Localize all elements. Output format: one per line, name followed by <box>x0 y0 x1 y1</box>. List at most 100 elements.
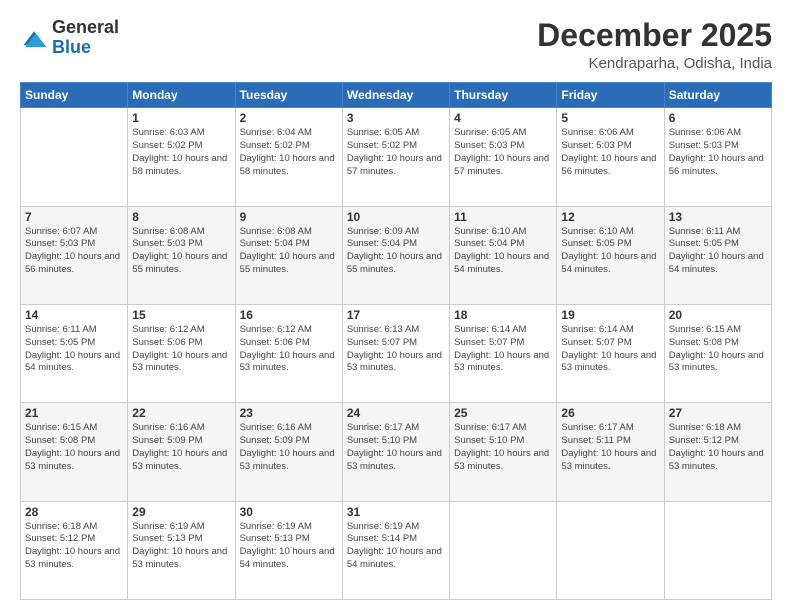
header-wednesday: Wednesday <box>342 83 449 108</box>
table-row: 1 Sunrise: 6:03 AMSunset: 5:02 PMDaylight… <box>128 108 235 206</box>
table-row: 8 Sunrise: 6:08 AMSunset: 5:03 PMDaylight… <box>128 206 235 304</box>
table-row: 4 Sunrise: 6:05 AMSunset: 5:03 PMDaylight… <box>450 108 557 206</box>
table-row: 20 Sunrise: 6:15 AMSunset: 5:08 PMDayligh… <box>664 304 771 402</box>
calendar-week-row: 14 Sunrise: 6:11 AMSunset: 5:05 PMDayligh… <box>21 304 772 402</box>
day-info: Sunrise: 6:11 AMSunset: 5:05 PMDaylight:… <box>25 324 123 375</box>
day-number: 19 <box>561 308 659 322</box>
table-row: 24 Sunrise: 6:17 AMSunset: 5:10 PMDayligh… <box>342 403 449 501</box>
header-sunday: Sunday <box>21 83 128 108</box>
logo-text: General Blue <box>52 18 119 58</box>
table-row: 28 Sunrise: 6:18 AMSunset: 5:12 PMDayligh… <box>21 501 128 599</box>
day-number: 7 <box>25 210 123 224</box>
day-number: 2 <box>240 111 338 125</box>
table-row: 13 Sunrise: 6:11 AMSunset: 5:05 PMDayligh… <box>664 206 771 304</box>
table-row: 25 Sunrise: 6:17 AMSunset: 5:10 PMDayligh… <box>450 403 557 501</box>
table-row: 2 Sunrise: 6:04 AMSunset: 5:02 PMDaylight… <box>235 108 342 206</box>
day-number: 29 <box>132 505 230 519</box>
day-number: 30 <box>240 505 338 519</box>
day-info: Sunrise: 6:14 AMSunset: 5:07 PMDaylight:… <box>454 324 552 375</box>
header-monday: Monday <box>128 83 235 108</box>
day-number: 14 <box>25 308 123 322</box>
table-row: 22Sunrise: 6:16 AMSunset: 5:09 PMDayligh… <box>128 403 235 501</box>
day-number: 1 <box>132 111 230 125</box>
day-info: Sunrise: 6:08 AMSunset: 5:03 PMDaylight:… <box>132 226 230 277</box>
day-number: 16 <box>240 308 338 322</box>
day-info: Sunrise: 6:08 AMSunset: 5:04 PMDaylight:… <box>240 226 338 277</box>
day-number: 10 <box>347 210 445 224</box>
day-info: Sunrise: 6:19 AMSunset: 5:13 PMDaylight:… <box>132 521 230 572</box>
day-info: Sunrise: 6:12 AMSunset: 5:06 PMDaylight:… <box>132 324 230 375</box>
header-friday: Friday <box>557 83 664 108</box>
day-info: Sunrise: 6:10 AMSunset: 5:04 PMDaylight:… <box>454 226 552 277</box>
day-number: 25 <box>454 406 552 420</box>
calendar-week-row: 7 Sunrise: 6:07 AMSunset: 5:03 PMDaylight… <box>21 206 772 304</box>
day-number: 23 <box>240 406 338 420</box>
day-info: Sunrise: 6:11 AMSunset: 5:05 PMDaylight:… <box>669 226 767 277</box>
day-info: Sunrise: 6:18 AMSunset: 5:12 PMDaylight:… <box>669 422 767 473</box>
table-row: 10Sunrise: 6:09 AMSunset: 5:04 PMDayligh… <box>342 206 449 304</box>
day-info: Sunrise: 6:16 AMSunset: 5:09 PMDaylight:… <box>240 422 338 473</box>
table-row <box>557 501 664 599</box>
day-info: Sunrise: 6:03 AMSunset: 5:02 PMDaylight:… <box>132 127 230 178</box>
logo: General Blue <box>20 18 119 58</box>
day-info: Sunrise: 6:07 AMSunset: 5:03 PMDaylight:… <box>25 226 123 277</box>
day-number: 4 <box>454 111 552 125</box>
day-info: Sunrise: 6:15 AMSunset: 5:08 PMDaylight:… <box>25 422 123 473</box>
table-row: 11Sunrise: 6:10 AMSunset: 5:04 PMDayligh… <box>450 206 557 304</box>
header-tuesday: Tuesday <box>235 83 342 108</box>
day-info: Sunrise: 6:05 AMSunset: 5:03 PMDaylight:… <box>454 127 552 178</box>
table-row: 15 Sunrise: 6:12 AMSunset: 5:06 PMDayligh… <box>128 304 235 402</box>
day-number: 21 <box>25 406 123 420</box>
table-row <box>21 108 128 206</box>
table-row: 23 Sunrise: 6:16 AMSunset: 5:09 PMDayligh… <box>235 403 342 501</box>
calendar-week-row: 1 Sunrise: 6:03 AMSunset: 5:02 PMDaylight… <box>21 108 772 206</box>
day-number: 28 <box>25 505 123 519</box>
table-row: 21 Sunrise: 6:15 AMSunset: 5:08 PMDayligh… <box>21 403 128 501</box>
day-info: Sunrise: 6:05 AMSunset: 5:02 PMDaylight:… <box>347 127 445 178</box>
day-info: Sunrise: 6:06 AMSunset: 5:03 PMDaylight:… <box>669 127 767 178</box>
day-number: 31 <box>347 505 445 519</box>
table-row: 7 Sunrise: 6:07 AMSunset: 5:03 PMDaylight… <box>21 206 128 304</box>
day-number: 20 <box>669 308 767 322</box>
table-row: 5Sunrise: 6:06 AMSunset: 5:03 PMDaylight… <box>557 108 664 206</box>
day-info: Sunrise: 6:15 AMSunset: 5:08 PMDaylight:… <box>669 324 767 375</box>
table-row: 3Sunrise: 6:05 AMSunset: 5:02 PMDaylight… <box>342 108 449 206</box>
day-info: Sunrise: 6:17 AMSunset: 5:10 PMDaylight:… <box>454 422 552 473</box>
location: Kendraparha, Odisha, India <box>537 55 772 72</box>
table-row: 6 Sunrise: 6:06 AMSunset: 5:03 PMDaylight… <box>664 108 771 206</box>
header-thursday: Thursday <box>450 83 557 108</box>
calendar-table: Sunday Monday Tuesday Wednesday Thursday… <box>20 82 772 600</box>
day-number: 8 <box>132 210 230 224</box>
day-info: Sunrise: 6:18 AMSunset: 5:12 PMDaylight:… <box>25 521 123 572</box>
month-title: December 2025 <box>537 18 772 53</box>
day-number: 26 <box>561 406 659 420</box>
table-row: 16 Sunrise: 6:12 AMSunset: 5:06 PMDayligh… <box>235 304 342 402</box>
table-row: 17 Sunrise: 6:13 AMSunset: 5:07 PMDayligh… <box>342 304 449 402</box>
day-number: 24 <box>347 406 445 420</box>
day-number: 17 <box>347 308 445 322</box>
day-info: Sunrise: 6:19 AMSunset: 5:14 PMDaylight:… <box>347 521 445 572</box>
table-row: 12 Sunrise: 6:10 AMSunset: 5:05 PMDayligh… <box>557 206 664 304</box>
day-number: 6 <box>669 111 767 125</box>
logo-blue-text: Blue <box>52 38 119 58</box>
day-number: 15 <box>132 308 230 322</box>
day-info: Sunrise: 6:14 AMSunset: 5:07 PMDaylight:… <box>561 324 659 375</box>
day-info: Sunrise: 6:06 AMSunset: 5:03 PMDaylight:… <box>561 127 659 178</box>
day-number: 18 <box>454 308 552 322</box>
day-number: 13 <box>669 210 767 224</box>
day-info: Sunrise: 6:12 AMSunset: 5:06 PMDaylight:… <box>240 324 338 375</box>
day-info: Sunrise: 6:10 AMSunset: 5:05 PMDaylight:… <box>561 226 659 277</box>
day-number: 22 <box>132 406 230 420</box>
day-info: Sunrise: 6:17 AMSunset: 5:10 PMDaylight:… <box>347 422 445 473</box>
logo-icon <box>20 26 48 54</box>
table-row: 27 Sunrise: 6:18 AMSunset: 5:12 PMDayligh… <box>664 403 771 501</box>
day-info: Sunrise: 6:17 AMSunset: 5:11 PMDaylight:… <box>561 422 659 473</box>
day-number: 27 <box>669 406 767 420</box>
table-row: 18 Sunrise: 6:14 AMSunset: 5:07 PMDayligh… <box>450 304 557 402</box>
logo-general-text: General <box>52 18 119 38</box>
header-saturday: Saturday <box>664 83 771 108</box>
day-number: 12 <box>561 210 659 224</box>
day-info: Sunrise: 6:13 AMSunset: 5:07 PMDaylight:… <box>347 324 445 375</box>
table-row: 26 Sunrise: 6:17 AMSunset: 5:11 PMDayligh… <box>557 403 664 501</box>
day-info: Sunrise: 6:04 AMSunset: 5:02 PMDaylight:… <box>240 127 338 178</box>
